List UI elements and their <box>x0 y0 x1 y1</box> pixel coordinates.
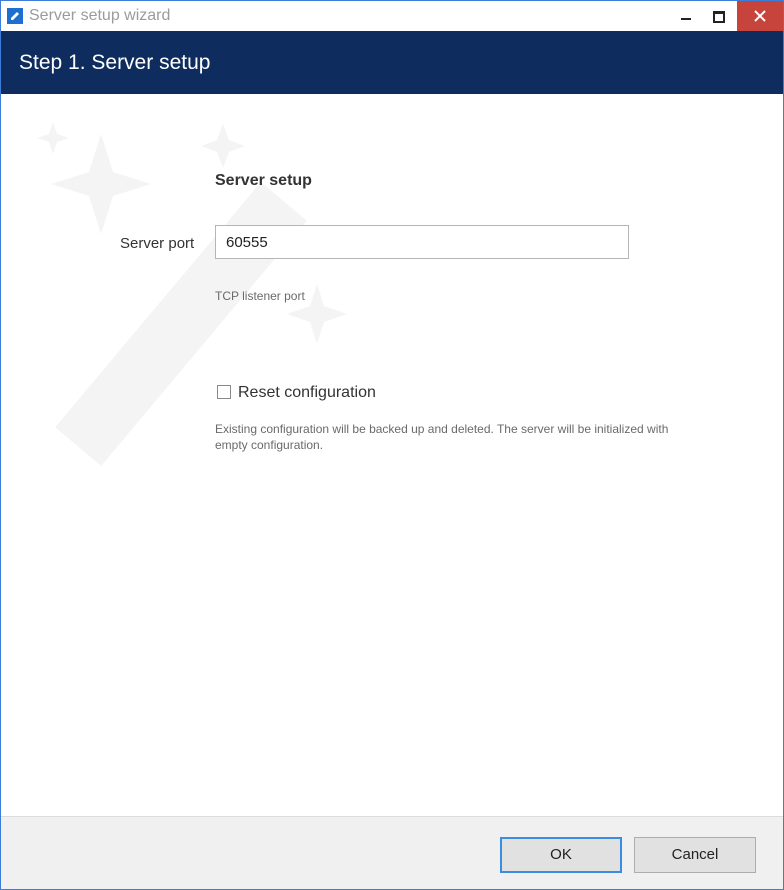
app-icon <box>7 8 23 24</box>
minimize-icon <box>681 18 691 20</box>
close-button[interactable] <box>737 1 783 31</box>
maximize-button[interactable] <box>703 1 733 31</box>
step-title: Step 1. Server setup <box>19 51 211 74</box>
cancel-button[interactable]: Cancel <box>634 837 756 873</box>
reset-configuration-checkbox[interactable] <box>217 385 231 399</box>
wizard-header: Step 1. Server setup <box>1 31 783 94</box>
wizard-content: Server setup Server port TCP listener po… <box>1 94 783 816</box>
section-title: Server setup <box>215 172 312 189</box>
window-title: Server setup wizard <box>29 7 171 24</box>
close-icon <box>754 10 766 22</box>
minimize-button[interactable] <box>671 1 701 31</box>
maximize-icon <box>713 11 725 23</box>
server-port-label: Server port <box>120 235 195 252</box>
ok-button[interactable]: OK <box>500 837 622 873</box>
reset-configuration-hint: Existing configuration will be backed up… <box>215 422 669 452</box>
server-port-hint: TCP listener port <box>215 289 305 303</box>
wizard-footer: OK Cancel <box>1 816 783 889</box>
server-port-input[interactable] <box>215 225 629 259</box>
title-bar[interactable]: Server setup wizard <box>1 1 783 31</box>
wizard-window: Server setup wizard Step 1. Server setup <box>0 0 784 890</box>
reset-configuration-label[interactable]: Reset configuration <box>238 384 376 402</box>
